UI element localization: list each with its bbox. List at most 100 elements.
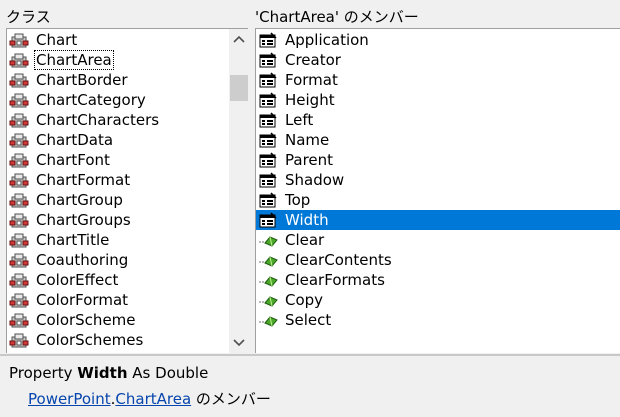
class-name: ChartFormat [36, 171, 131, 189]
class-list-item[interactable]: Coauthoring [7, 250, 227, 270]
member-list-item[interactable]: Application [256, 30, 620, 50]
class-list-item[interactable]: ChartCharacters [7, 110, 227, 130]
class-list-item[interactable]: ChartFont [7, 150, 227, 170]
class-list-item[interactable]: ChartTitle [7, 230, 227, 250]
member-name: Left [285, 111, 314, 129]
member-name: ClearFormats [285, 271, 385, 289]
property-icon [258, 212, 278, 228]
classes-header: クラス [6, 6, 246, 28]
member-name: ClearContents [285, 251, 392, 269]
property-icon [258, 92, 278, 108]
member-name: Top [285, 191, 311, 209]
class-icon [9, 92, 29, 108]
class-icon [9, 212, 29, 228]
class-list-item[interactable]: ChartBorder [7, 70, 227, 90]
scroll-thumb[interactable] [230, 75, 248, 101]
class-name: ChartGroups [36, 211, 131, 229]
member-name: Creator [285, 51, 341, 69]
class-icon [9, 52, 29, 68]
class-list-item[interactable]: ChartArea [7, 50, 227, 70]
member-name: Height [285, 91, 335, 109]
property-icon [258, 32, 278, 48]
property-icon [258, 192, 278, 208]
member-list-item[interactable]: Select [256, 310, 620, 330]
class-icon [9, 292, 29, 308]
class-name: ColorEffect [36, 271, 119, 289]
class-name: ChartData [36, 131, 114, 149]
member-list-item[interactable]: Format [256, 70, 620, 90]
member-list-item[interactable]: Height [256, 90, 620, 110]
signature-prefix: Property [9, 364, 78, 382]
class-name: ChartCharacters [36, 111, 160, 129]
class-name: ChartTitle [36, 231, 110, 249]
class-name: Chart [36, 31, 78, 49]
class-name: Coauthoring [36, 251, 129, 269]
member-name: Parent [285, 151, 334, 169]
member-list-item[interactable]: Clear [256, 230, 620, 250]
member-list-item[interactable]: Shadow [256, 170, 620, 190]
chevron-down-icon [233, 339, 245, 347]
member-list-item[interactable]: Creator [256, 50, 620, 70]
class-list-item[interactable]: ColorScheme [7, 310, 227, 330]
member-list-item[interactable]: Parent [256, 150, 620, 170]
class-link[interactable]: ChartArea [115, 390, 191, 408]
property-icon [258, 152, 278, 168]
class-list-item[interactable]: ChartData [7, 130, 227, 150]
class-icon [9, 332, 29, 348]
class-list-item[interactable]: ChartGroup [7, 190, 227, 210]
class-icon [9, 152, 29, 168]
method-icon [258, 232, 278, 248]
property-icon [258, 172, 278, 188]
member-list-item[interactable]: ClearFormats [256, 270, 620, 290]
class-list-scrollbar[interactable] [229, 29, 249, 353]
member-name: Name [285, 131, 330, 149]
scroll-up-button[interactable] [229, 29, 249, 49]
class-list-item[interactable]: ColorSchemes [7, 330, 227, 350]
member-list-item[interactable]: Copy [256, 290, 620, 310]
member-list-item[interactable]: ClearContents [256, 250, 620, 270]
members-header: 'ChartArea' のメンバー [255, 6, 620, 28]
pane-splitter[interactable] [248, 6, 255, 352]
member-list[interactable]: Application Creator Format Height Left Name Pa… [255, 28, 620, 353]
class-list-item[interactable]: Chart [7, 30, 227, 50]
property-icon [258, 72, 278, 88]
class-icon [9, 232, 29, 248]
member-name: Copy [285, 291, 324, 309]
class-icon [9, 112, 29, 128]
signature-type: As Double [127, 364, 209, 382]
class-icon [9, 172, 29, 188]
method-icon [258, 312, 278, 328]
member-list-item[interactable]: Name [256, 130, 620, 150]
class-list-item[interactable]: ColorFormat [7, 290, 227, 310]
class-icon [9, 272, 29, 288]
member-name: Select [285, 311, 332, 329]
class-list[interactable]: Chart ChartArea ChartBorder ChartCategory Ch… [6, 28, 249, 353]
signature-member: Width [77, 364, 128, 382]
class-list-item[interactable]: ChartGroups [7, 210, 227, 230]
class-list-item[interactable]: ColorEffect [7, 270, 227, 290]
class-name: ColorSchemes [36, 331, 144, 349]
class-icon [9, 72, 29, 88]
method-icon [258, 292, 278, 308]
property-icon [258, 132, 278, 148]
scroll-down-button[interactable] [229, 333, 249, 353]
method-icon [258, 272, 278, 288]
method-icon [258, 252, 278, 268]
member-list-item[interactable]: Left [256, 110, 620, 130]
member-of-line: PowerPoint.ChartArea のメンバー [28, 388, 271, 409]
member-of-text: のメンバー [191, 390, 271, 408]
member-name: Clear [285, 231, 325, 249]
class-icon [9, 192, 29, 208]
class-name: ChartArea [34, 50, 114, 70]
member-list-item[interactable]: Top [256, 190, 620, 210]
member-list-item[interactable]: Width [256, 210, 620, 230]
library-link[interactable]: PowerPoint [28, 390, 111, 408]
class-icon [9, 32, 29, 48]
class-name: ChartCategory [36, 91, 146, 109]
class-icon [9, 132, 29, 148]
class-name: ColorFormat [36, 291, 129, 309]
class-list-item[interactable]: ChartCategory [7, 90, 227, 110]
member-signature: Property Width As Double [9, 364, 208, 382]
class-icon [9, 252, 29, 268]
class-list-item[interactable]: ChartFormat [7, 170, 227, 190]
